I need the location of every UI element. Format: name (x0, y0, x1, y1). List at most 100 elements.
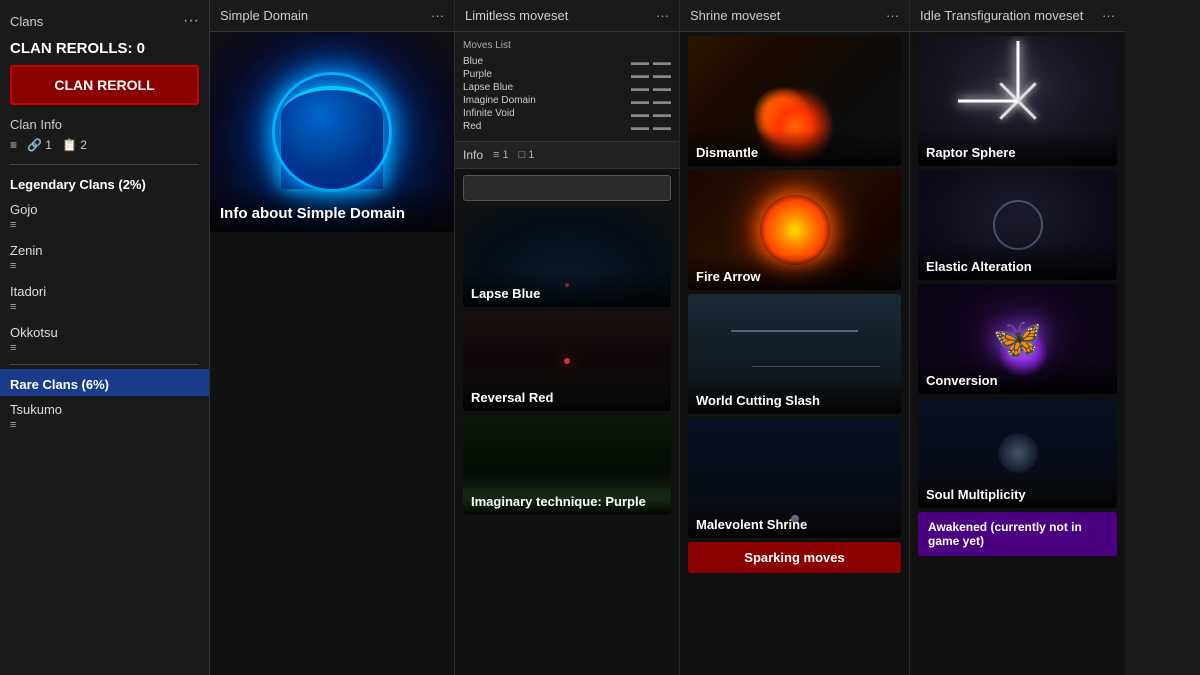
slash-line-2 (752, 366, 880, 367)
idle-header: Idle Transfiguration moveset ··· (910, 0, 1125, 32)
slash-line (731, 330, 859, 332)
imaginary-img: Imaginary technique: Purple (463, 415, 671, 515)
legendary-section-label: Legendary Clans (2%) (0, 169, 209, 196)
divider-1 (10, 164, 199, 165)
clan-reroll-button[interactable]: CLAN REROLL (10, 65, 199, 105)
tsukumo-icon: ≡ (0, 419, 209, 437)
sidebar-item-okkotsu[interactable]: Okkotsu (0, 319, 209, 342)
sidebar-item-tsukumo[interactable]: Tsukumo (0, 396, 209, 419)
imaginary-card[interactable]: Imaginary technique: Purple (463, 415, 671, 515)
sidebar-item-zenin[interactable]: Zenin (0, 237, 209, 260)
fire-arrow-label: Fire Arrow (688, 254, 901, 290)
reversal-red-card[interactable]: Reversal Red (463, 311, 671, 411)
zenin-icon: ≡ (0, 260, 209, 278)
gojo-icon: ≡ (0, 219, 209, 237)
move-row-purple: Purple ▬▬ ▬▬ (463, 68, 671, 81)
shrine-menu-icon[interactable]: ··· (886, 8, 899, 23)
attach-count: 🔗 1 (27, 138, 52, 152)
elastic-label: Elastic Alteration (918, 244, 1117, 280)
sidebar-header: Clans ··· (0, 8, 209, 38)
search-bar[interactable] (463, 175, 671, 201)
simple-domain-column: Simple Domain ··· Info about Simple Doma… (210, 0, 455, 675)
dismantle-label: Dismantle (688, 130, 901, 166)
fire-arrow-card[interactable]: Fire Arrow (688, 170, 901, 290)
attach-badge: ≡ 1 (493, 149, 509, 161)
world-cutting-label: World Cutting Slash (688, 378, 901, 414)
sparking-moves-button[interactable]: Sparking moves (688, 542, 901, 573)
soul-mult-label: Soul Multiplicity (918, 472, 1117, 508)
move-row-imagine: Imagine Domain ▬▬ ▬▬ (463, 94, 671, 107)
world-cutting-card[interactable]: World Cutting Slash (688, 294, 901, 414)
limitless-header: Limitless moveset ··· (455, 0, 679, 32)
elastic-circle (993, 200, 1043, 250)
imaginary-label: Imaginary technique: Purple (463, 479, 671, 515)
rerolls-label: CLAN REROLLS: 0 (0, 38, 209, 61)
move-row-blue: Blue ▬▬ ▬▬ (463, 55, 671, 68)
limitless-body: Moves List Blue ▬▬ ▬▬ Purple ▬▬ ▬▬ (455, 32, 679, 675)
search-input[interactable] (472, 181, 662, 195)
lapse-blue-card[interactable]: Lapse Blue (463, 207, 671, 307)
fire-arrow-img: Fire Arrow (688, 170, 901, 290)
butterfly-icon: 🦋 (993, 316, 1043, 363)
reversal-red-img: Reversal Red (463, 311, 671, 411)
limitless-title: Limitless moveset (465, 8, 568, 23)
moves-list-title: Moves List (463, 40, 671, 51)
world-cutting-img: World Cutting Slash (688, 294, 901, 414)
main-content: Simple Domain ··· Info about Simple Doma… (210, 0, 1200, 675)
elastic-card[interactable]: Elastic Alteration (918, 170, 1117, 280)
elastic-img: Elastic Alteration (918, 170, 1117, 280)
dismantle-card[interactable]: Dismantle (688, 36, 901, 166)
info-section: Info ≡ 1 □ 1 (455, 141, 679, 169)
sidebar: Clans ··· CLAN REROLLS: 0 CLAN REROLL Cl… (0, 0, 210, 675)
sidebar-item-itadori[interactable]: Itadori (0, 278, 209, 301)
awakened-button[interactable]: Awakened (currently not in game yet) (918, 512, 1117, 556)
moves-list-section: Moves List Blue ▬▬ ▬▬ Purple ▬▬ ▬▬ (455, 32, 679, 141)
simple-domain-card[interactable]: Info about Simple Domain (210, 32, 454, 232)
img-count: 📋 2 (62, 138, 87, 152)
soul-orb (998, 433, 1038, 473)
raptor-sphere-label: Raptor Sphere (918, 130, 1117, 166)
lapse-blue-label: Lapse Blue (463, 271, 671, 307)
shrine-header: Shrine moveset ··· (680, 0, 909, 32)
move-row-lapse: Lapse Blue ▬▬ ▬▬ (463, 81, 671, 94)
conversion-img: 🦋 Conversion (918, 284, 1117, 394)
info-label: Info (463, 148, 483, 162)
simple-domain-header: Simple Domain ··· (210, 0, 454, 32)
shrine-column: Shrine moveset ··· Dismantle (680, 0, 910, 675)
simple-domain-glow (281, 86, 384, 189)
sidebar-item-gojo[interactable]: Gojo (0, 196, 209, 219)
dismantle-img: Dismantle (688, 36, 901, 166)
move-row-infinite: Infinite Void ▬▬ ▬▬ (463, 107, 671, 120)
simple-domain-body: Info about Simple Domain (210, 32, 454, 675)
malevolent-img: Malevolent Shrine (688, 418, 901, 538)
raptor-sphere-img: Raptor Sphere (918, 36, 1117, 166)
idle-title: Idle Transfiguration moveset (920, 8, 1083, 23)
conversion-card[interactable]: 🦋 Conversion (918, 284, 1117, 394)
soul-mult-card[interactable]: Soul Multiplicity (918, 398, 1117, 508)
lapse-blue-img: Lapse Blue (463, 207, 671, 307)
move-row-red: Red ▬▬ ▬▬ (463, 120, 671, 133)
itadori-icon: ≡ (0, 301, 209, 319)
malevolent-label: Malevolent Shrine (688, 502, 901, 538)
sidebar-menu-icon[interactable]: ··· (183, 12, 199, 30)
raptor-sphere-card[interactable]: Raptor Sphere (918, 36, 1117, 166)
rare-section-label: Rare Clans (6%) (0, 369, 209, 396)
simple-domain-menu-icon[interactable]: ··· (431, 8, 444, 23)
sidebar-title: Clans (10, 14, 43, 29)
idle-menu-icon[interactable]: ··· (1102, 8, 1115, 23)
shrine-title: Shrine moveset (690, 8, 780, 23)
divider-2 (10, 364, 199, 365)
malevolent-card[interactable]: Malevolent Shrine (688, 418, 901, 538)
simple-domain-card-label: Info about Simple Domain (210, 185, 454, 232)
conversion-label: Conversion (918, 358, 1117, 394)
raptor-star (978, 61, 1058, 141)
reversal-red-label: Reversal Red (463, 375, 671, 411)
red-dot (564, 358, 570, 364)
soul-mult-img: Soul Multiplicity (918, 398, 1117, 508)
simple-domain-orb (272, 72, 392, 192)
simple-domain-title: Simple Domain (220, 8, 308, 23)
okkotsu-icon: ≡ (0, 342, 209, 360)
limitless-menu-icon[interactable]: ··· (656, 8, 669, 23)
clan-icons: ≡ 🔗 1 📋 2 (0, 136, 209, 160)
idle-column: Idle Transfiguration moveset ··· Raptor … (910, 0, 1125, 675)
